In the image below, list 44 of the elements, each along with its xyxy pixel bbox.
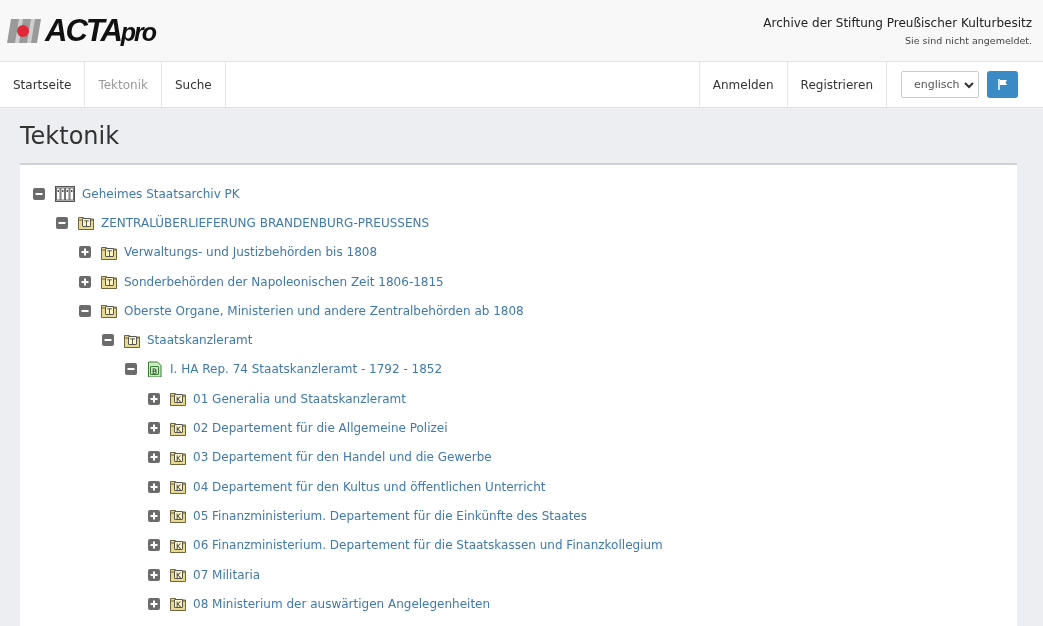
collapse-icon[interactable] [102,334,114,347]
nav-link[interactable]: Tektonik [85,62,162,107]
tree-item-link[interactable]: Geheimes Staatsarchiv PK [82,186,240,201]
expand-icon[interactable] [148,568,160,581]
expand-icon[interactable] [148,597,160,610]
archive-boxes-icon [55,185,75,202]
flag-icon [997,79,1008,90]
page-title: Tektonik [19,121,121,152]
tree-item-link[interactable]: Verwaltungs- und Justizbehörden bis 1808 [124,245,378,260]
expand-icon[interactable] [148,392,160,405]
nav-link[interactable]: Startseite [0,62,86,107]
logo[interactable]: ACTApro [7,12,156,49]
tree-item-link[interactable]: 06 Finanzministerium. Departement für die Staatskassen und Finanzkollegium [193,538,663,553]
tree-item-link[interactable]: 08 Ministerium der auswärtigen Angelegenheiten [193,596,491,611]
tree-item-link[interactable]: Oberste Organe, Ministerien und andere Zentralbehörden ab 1808 [124,303,524,318]
account-link[interactable]: Anmelden [698,62,787,107]
tree-item-link[interactable]: 01 Generalia und Staatskanzleramt [193,391,406,406]
tree-item-link[interactable]: I. HA Rep. 74 Staatskanzleramt - 1792 - 1852 [170,362,443,377]
expand-icon[interactable] [148,480,160,493]
expand-icon[interactable] [148,451,160,464]
tree-item-link[interactable]: 03 Departement für den Handel und die Gewerbe [193,450,492,465]
expand-icon[interactable] [148,422,160,434]
expand-icon[interactable] [148,509,160,522]
tree-item-link[interactable]: 07 Militaria [193,567,261,582]
tree-item-link[interactable]: Staatskanzleramt [147,333,253,348]
collapse-icon[interactable] [125,363,137,376]
expand-icon[interactable] [148,539,160,552]
collapse-icon[interactable] [56,216,68,229]
collapse-icon[interactable] [33,187,45,200]
language-select[interactable]: englisch [901,71,979,98]
institution-name: Archive der Stiftung Preußischer Kulturbesitz [763,15,1032,30]
tree-item-link[interactable]: 02 Departement für die Allgemeine Polizei [193,421,448,435]
account-link[interactable]: Registrieren [786,62,886,107]
nav-link[interactable]: Suche [161,62,226,107]
expand-icon[interactable] [79,246,91,259]
tree-item-link[interactable]: ZENTRALÜBERLIEFERUNG BRANDENBURG-PREUSSENS [101,215,430,230]
tree-item-link[interactable]: Sonderbehörden der Napoleonischen Zeit 1806-1815 [124,274,444,289]
collapse-icon[interactable] [79,304,91,317]
tree-item-link[interactable]: 05 Finanzministerium. Departement für die Einkünfte des Staates [193,508,587,523]
tree-item-link[interactable]: 04 Departement für den Kultus und öffentlichen Unterricht [193,479,546,494]
caret-icon [964,80,974,89]
expand-icon[interactable] [79,275,91,288]
flag-button[interactable] [987,71,1018,98]
login-status: Sie sind nicht angemeldet. [904,34,1032,46]
